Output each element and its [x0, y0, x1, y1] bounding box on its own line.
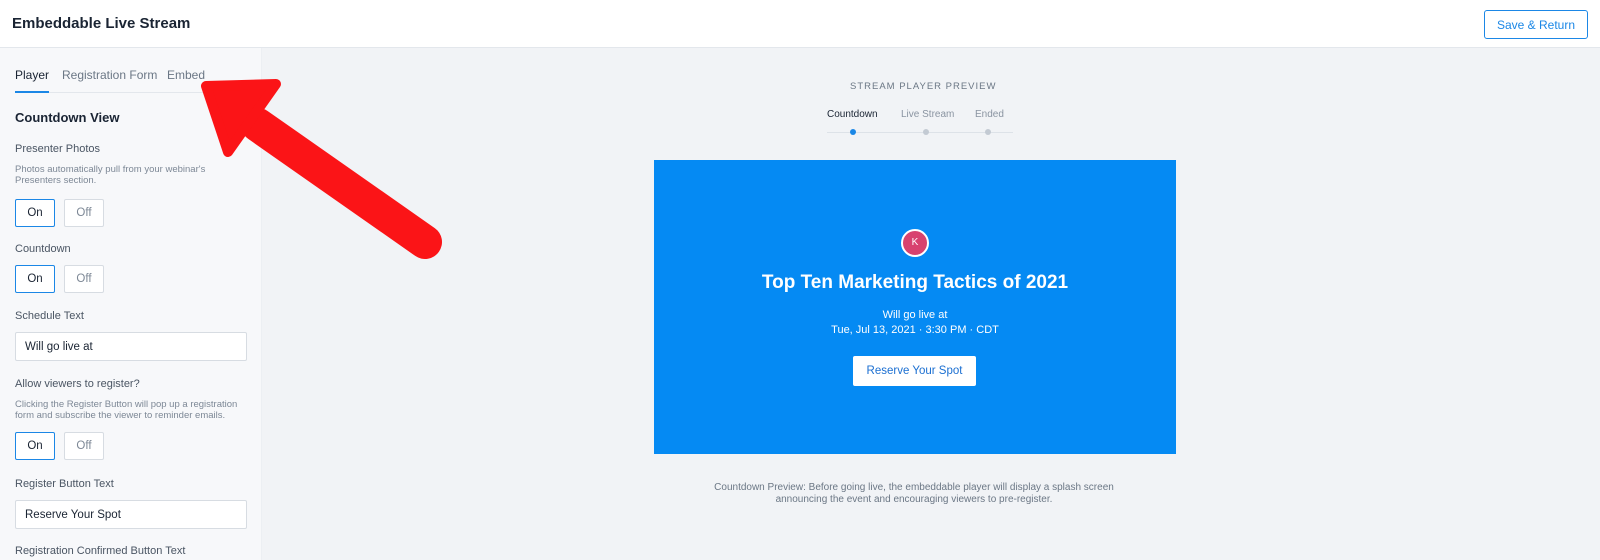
step-live-stream-dot[interactable]: [923, 129, 929, 135]
countdown-off-toggle[interactable]: Off: [64, 265, 104, 293]
step-live-stream[interactable]: Live Stream: [901, 109, 954, 120]
schedule-text: Will go live at: [882, 309, 948, 321]
preview-step-selector: Countdown Live Stream Ended: [827, 109, 1013, 139]
tab-player[interactable]: Player: [15, 68, 50, 93]
allow-register-off-toggle[interactable]: Off: [64, 432, 104, 460]
preview-caption: Countdown Preview: Before going live, th…: [714, 482, 1114, 505]
allow-register-help: Clicking the Register Button will pop up…: [15, 399, 238, 421]
page-title: Embeddable Live Stream: [12, 15, 191, 32]
step-countdown-dot[interactable]: [850, 129, 856, 135]
top-bar: Embeddable Live Stream Save & Return: [0, 0, 1600, 48]
registration-confirmed-label: Registration Confirmed Button Text: [15, 545, 186, 557]
register-button-text-label: Register Button Text: [15, 478, 114, 490]
schedule-text-label: Schedule Text: [15, 310, 84, 322]
allow-register-label: Allow viewers to register?: [15, 378, 140, 390]
red-arrow-icon: [201, 79, 442, 259]
tab-registration-form[interactable]: Registration Form: [62, 68, 157, 93]
allow-register-on-toggle[interactable]: On: [15, 432, 55, 460]
stream-player-preview: K Top Ten Marketing Tactics of 2021 Will…: [654, 160, 1176, 454]
event-datetime: Tue, Jul 13, 2021 · 3:30 PM · CDT: [831, 324, 999, 336]
presenter-photos-label: Presenter Photos: [15, 143, 100, 155]
step-ended-dot[interactable]: [985, 129, 991, 135]
schedule-text-input[interactable]: [15, 332, 247, 361]
reserve-spot-button[interactable]: Reserve Your Spot: [853, 356, 976, 386]
step-ended[interactable]: Ended: [975, 109, 1004, 120]
register-button-text-input[interactable]: [15, 500, 247, 529]
save-and-return-button[interactable]: Save & Return: [1484, 10, 1588, 39]
presenter-avatar: K: [901, 229, 929, 257]
step-countdown[interactable]: Countdown: [827, 109, 878, 120]
countdown-on-toggle[interactable]: On: [15, 265, 55, 293]
section-title: Countdown View: [15, 110, 120, 125]
countdown-label: Countdown: [15, 243, 71, 255]
presenter-photos-on-toggle[interactable]: On: [15, 199, 55, 227]
presenter-photos-off-toggle[interactable]: Off: [64, 199, 104, 227]
event-title: Top Ten Marketing Tactics of 2021: [761, 272, 1069, 293]
preview-heading: STREAM PLAYER PREVIEW: [850, 81, 997, 92]
